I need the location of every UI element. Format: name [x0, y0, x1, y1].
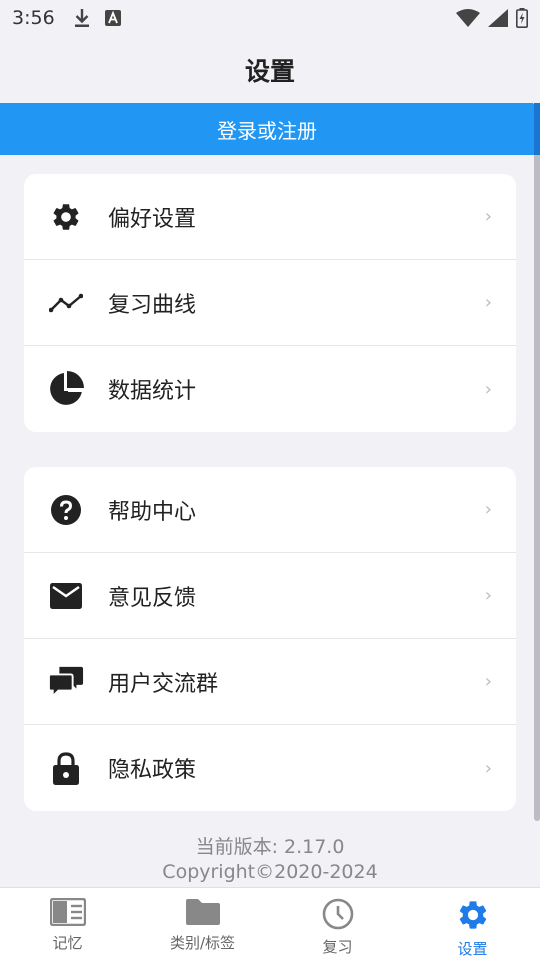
wifi-icon [456, 9, 480, 27]
menu-item-label: 用户交流群 [108, 671, 219, 697]
chevron-right-icon: › [484, 499, 492, 520]
settings-group-2: 帮助中心 › 意见反馈 › 用户交流群 › 隐私政策 › [24, 467, 516, 811]
menu-item-label: 意见反馈 [108, 585, 197, 611]
a-icon [104, 10, 121, 26]
menu-item-label: 帮助中心 [108, 499, 197, 525]
chevron-right-icon: › [484, 585, 492, 606]
scrollbar-thumb[interactable] [534, 103, 540, 155]
settings-group-1: 偏好设置 › 复习曲线 › 数据统计 › [24, 174, 516, 432]
menu-item-label: 复习曲线 [108, 292, 197, 318]
tab-settings[interactable]: 设置 [405, 888, 540, 960]
mail-icon [48, 578, 84, 614]
version-text: 当前版本: 2.17.0 [195, 836, 345, 858]
menu-item-review-curve[interactable]: 复习曲线 › [24, 260, 516, 346]
menu-item-user-group[interactable]: 用户交流群 › [24, 639, 516, 725]
header: 设置 [0, 40, 540, 100]
tab-categories-tags[interactable]: 类别/标签 [135, 888, 270, 960]
menu-item-label: 隐私政策 [108, 758, 197, 783]
status-time: 3:56 [12, 7, 55, 29]
signal-icon [488, 9, 508, 27]
battery-icon [516, 8, 528, 28]
page-title: 设置 [244, 57, 295, 86]
menu-item-statistics[interactable]: 数据统计 › [24, 346, 516, 432]
copyright-text: Copyright©2020-2024 [162, 861, 378, 883]
chevron-right-icon: › [484, 292, 492, 313]
tab-label: 类别/标签 [169, 934, 236, 952]
menu-item-preferences[interactable]: 偏好设置 › [24, 174, 516, 260]
menu-item-feedback[interactable]: 意见反馈 › [24, 553, 516, 639]
chevron-right-icon: › [484, 757, 492, 779]
tab-label: 复习 [322, 938, 353, 956]
pie-chart-icon [48, 371, 84, 407]
tab-label: 记忆 [52, 934, 83, 952]
gear-icon [48, 199, 84, 235]
tab-label: 设置 [457, 940, 488, 958]
menu-item-label: 数据统计 [108, 379, 197, 404]
tab-review[interactable]: 复习 [270, 888, 405, 960]
chevron-right-icon: › [484, 378, 492, 400]
help-icon [48, 492, 84, 528]
chevron-right-icon: › [484, 206, 492, 227]
login-register-button[interactable]: 登录或注册 [0, 103, 534, 155]
tab-memory[interactable]: 记忆 [0, 888, 135, 960]
bottom-tab-bar: 记忆 类别/标签 复习 设置 [0, 887, 540, 960]
folder-icon [185, 899, 220, 925]
chat-icon [48, 664, 84, 700]
download-icon [74, 9, 89, 27]
chevron-right-icon: › [484, 671, 492, 692]
lock-icon [48, 750, 84, 786]
status-bar: 3:56 [0, 0, 540, 36]
scrollbar-track[interactable] [534, 103, 540, 821]
menu-item-help-center[interactable]: 帮助中心 › [24, 467, 516, 553]
line-chart-icon [48, 285, 84, 321]
menu-item-label: 偏好设置 [108, 206, 197, 232]
menu-item-privacy-policy[interactable]: 隐私政策 › [24, 725, 516, 811]
settings-gear-icon [459, 901, 486, 929]
memory-book-icon [49, 898, 86, 926]
clock-icon [322, 898, 353, 930]
